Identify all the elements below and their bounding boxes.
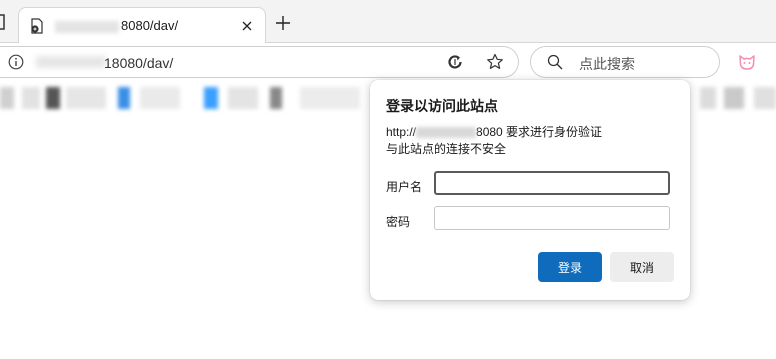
search-placeholder: 点此搜索 <box>579 56 635 72</box>
info-icon[interactable] <box>8 54 24 70</box>
fav-item[interactable] <box>754 87 776 109</box>
fav-item[interactable] <box>228 87 258 109</box>
refresh-icon[interactable] <box>446 53 464 71</box>
tab-edge-icon <box>0 14 5 30</box>
globe-page-icon <box>31 18 43 34</box>
login-button[interactable]: 登录 <box>538 252 602 282</box>
url-text: 18080/dav/ <box>104 55 174 71</box>
fav-item[interactable] <box>204 87 218 109</box>
redacted-host <box>55 20 119 33</box>
search-icon <box>547 54 563 70</box>
browser-toolbar: 18080/dav/ 点此搜索 <box>0 43 776 81</box>
tab-close-button[interactable] <box>237 16 257 36</box>
star-icon[interactable] <box>486 53 504 71</box>
tab-strip: 8080/dav/ <box>0 0 776 44</box>
fav-item[interactable] <box>700 87 716 109</box>
auth-dialog: 登录以访问此站点 http:// 8080 要求进行身份验证 与此站点的连接不安全… <box>370 80 690 300</box>
password-label: 密码 <box>386 215 411 229</box>
close-icon <box>242 21 252 31</box>
password-field[interactable] <box>434 206 670 230</box>
username-label: 用户名 <box>386 180 423 194</box>
fav-item[interactable] <box>724 87 744 109</box>
new-tab-button[interactable] <box>272 12 294 34</box>
fav-item[interactable] <box>300 87 360 109</box>
cancel-button[interactable]: 取消 <box>610 252 674 282</box>
tab-title-text: 8080/dav/ <box>121 18 179 33</box>
username-field[interactable] <box>434 171 670 195</box>
message-prefix: http:// <box>386 125 417 139</box>
fav-item[interactable] <box>46 87 60 109</box>
cat-profile-icon[interactable] <box>738 53 756 71</box>
dialog-title: 登录以访问此站点 <box>386 98 498 114</box>
address-bar[interactable]: 18080/dav/ <box>0 46 519 78</box>
fav-item[interactable] <box>118 87 130 109</box>
search-box[interactable]: 点此搜索 <box>530 46 720 78</box>
tab-title: 8080/dav/ <box>55 18 178 33</box>
fav-item[interactable] <box>270 87 282 109</box>
dialog-message-line2: 与此站点的连接不安全 <box>386 142 507 156</box>
fav-item[interactable] <box>22 87 40 109</box>
dialog-message: http:// 8080 要求进行身份验证 与此站点的连接不安全 <box>386 124 602 158</box>
redacted-host <box>416 127 477 139</box>
fav-item[interactable] <box>140 87 180 109</box>
redacted-url-part <box>36 56 106 68</box>
fav-item[interactable] <box>0 87 14 109</box>
plus-icon <box>276 16 290 30</box>
message-suffix: 8080 要求进行身份验证 <box>476 125 603 139</box>
dialog-message-line1: http:// 8080 要求进行身份验证 <box>386 124 602 141</box>
browser-tab[interactable]: 8080/dav/ <box>18 7 266 44</box>
fav-item[interactable] <box>66 87 106 109</box>
